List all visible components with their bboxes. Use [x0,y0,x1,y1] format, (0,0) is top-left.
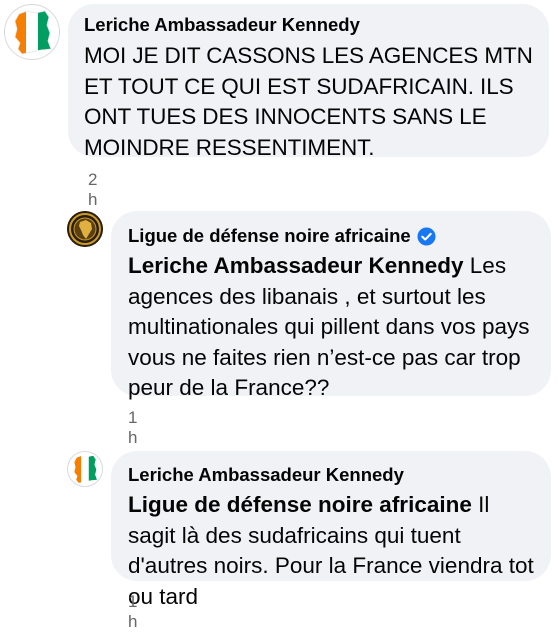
reply-text: Ligue de défense noire africaine Il sagi… [128,490,535,612]
ligue-seal-icon [67,211,103,247]
comment-bubble: Leriche Ambassadeur Kennedy MOI JE DIT C… [68,4,549,160]
comment-text: MOI JE DIT CASSONS LES AGENCES MTN ET TO… [84,41,533,163]
reply-author[interactable]: Leriche Ambassadeur Kennedy [128,464,535,486]
comment-timestamp[interactable]: 2 h [88,170,97,210]
reply-author-name[interactable]: Ligue de défense noire africaine [128,225,411,247]
avatar[interactable] [67,211,103,247]
mention-link[interactable]: Leriche Ambassadeur Kennedy [128,253,464,278]
comment-text-content: MOI JE DIT CASSONS LES AGENCES MTN ET TO… [84,43,533,160]
avatar[interactable] [4,4,60,60]
verified-badge-icon [417,226,436,246]
reply-bubble: Leriche Ambassadeur Kennedy Ligue de déf… [111,451,551,609]
comment-author[interactable]: Leriche Ambassadeur Kennedy [84,14,533,36]
mention-link[interactable]: Ligue de défense noire africaine [128,492,472,517]
reply-text: Leriche Ambassadeur Kennedy Les agences … [128,251,535,404]
ivory-coast-map-icon [74,455,97,483]
reply-timestamp[interactable]: 1 h [128,408,137,448]
avatar[interactable] [67,451,103,487]
ivory-coast-map-icon [14,10,52,55]
reply-timestamp[interactable]: 1 h [128,592,137,632]
reply-author: Ligue de défense noire africaine [128,225,535,247]
reply-bubble: Ligue de défense noire africaine Leriche… [111,211,551,400]
